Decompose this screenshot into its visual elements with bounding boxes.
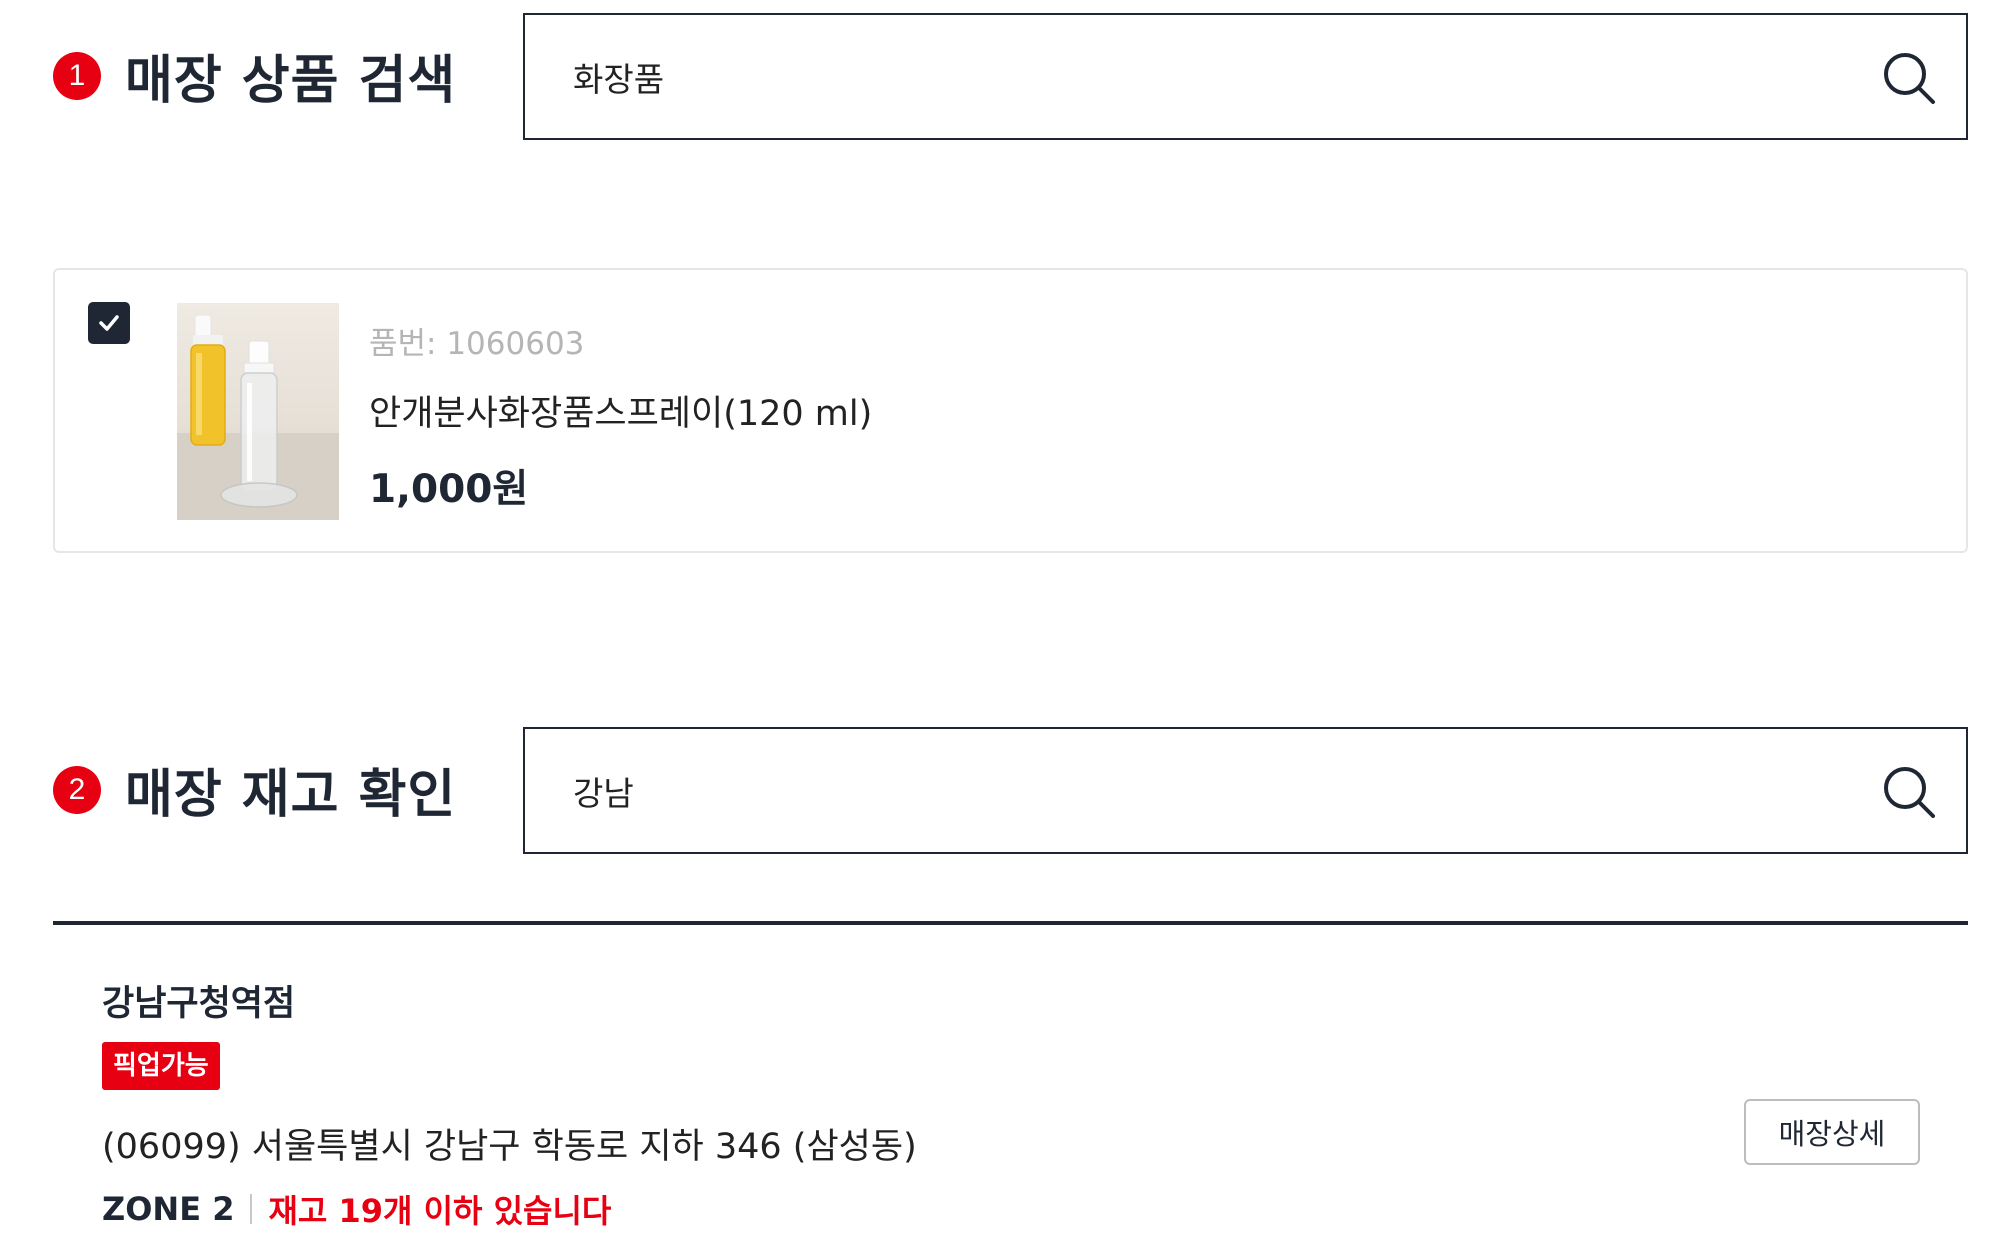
page: 1 매장 상품 검색 화장품 품번: 1060603 안개분사화장품스프레이(1… [0, 0, 2002, 1254]
stock-check-heading: 2 매장 재고 확인 [53, 752, 456, 827]
step-1-badge: 1 [53, 51, 101, 100]
product-checkbox[interactable] [88, 302, 130, 344]
stock-status: 재고 19개 이하 있습니다 [268, 1192, 612, 1230]
stock-separator [250, 1194, 253, 1224]
product-name: 안개분사화장품스프레이(120 ml) [369, 394, 873, 434]
product-code: 품번: 1060603 [369, 326, 585, 362]
product-image [177, 303, 339, 520]
product-search-title: 매장 상품 검색 [125, 51, 457, 111]
store-search-box [523, 727, 1968, 854]
store-detail-button[interactable]: 매장상세 [1744, 1099, 1920, 1165]
store-search-input[interactable] [573, 729, 1773, 852]
product-info: 품번: 1060603 안개분사화장품스프레이(120 ml) 1,000원 [369, 318, 872, 514]
check-icon [99, 315, 119, 331]
stock-check-title: 매장 재고 확인 [125, 765, 457, 825]
search-icon[interactable] [1882, 51, 1936, 105]
product-search-box [523, 13, 1968, 140]
store-address: (06099) 서울특별시 강남구 학동로 지하 346 (삼성동) [102, 1127, 917, 1167]
product-search-heading: 1 매장 상품 검색 [53, 38, 456, 113]
stock-info: ZONE 2 재고 19개 이하 있습니다 [102, 1186, 611, 1232]
results-divider [53, 921, 1968, 925]
search-icon[interactable] [1882, 765, 1936, 819]
product-price: 1,000원 [369, 467, 529, 512]
pickup-badge: 픽업가능 [102, 1042, 220, 1090]
zone-label: ZONE 2 [102, 1190, 235, 1228]
product-card[interactable]: 품번: 1060603 안개분사화장품스프레이(120 ml) 1,000원 [53, 268, 1968, 553]
store-name: 강남구청역점 [102, 984, 296, 1024]
product-search-input[interactable] [573, 15, 1773, 138]
step-2-badge: 2 [53, 765, 101, 814]
